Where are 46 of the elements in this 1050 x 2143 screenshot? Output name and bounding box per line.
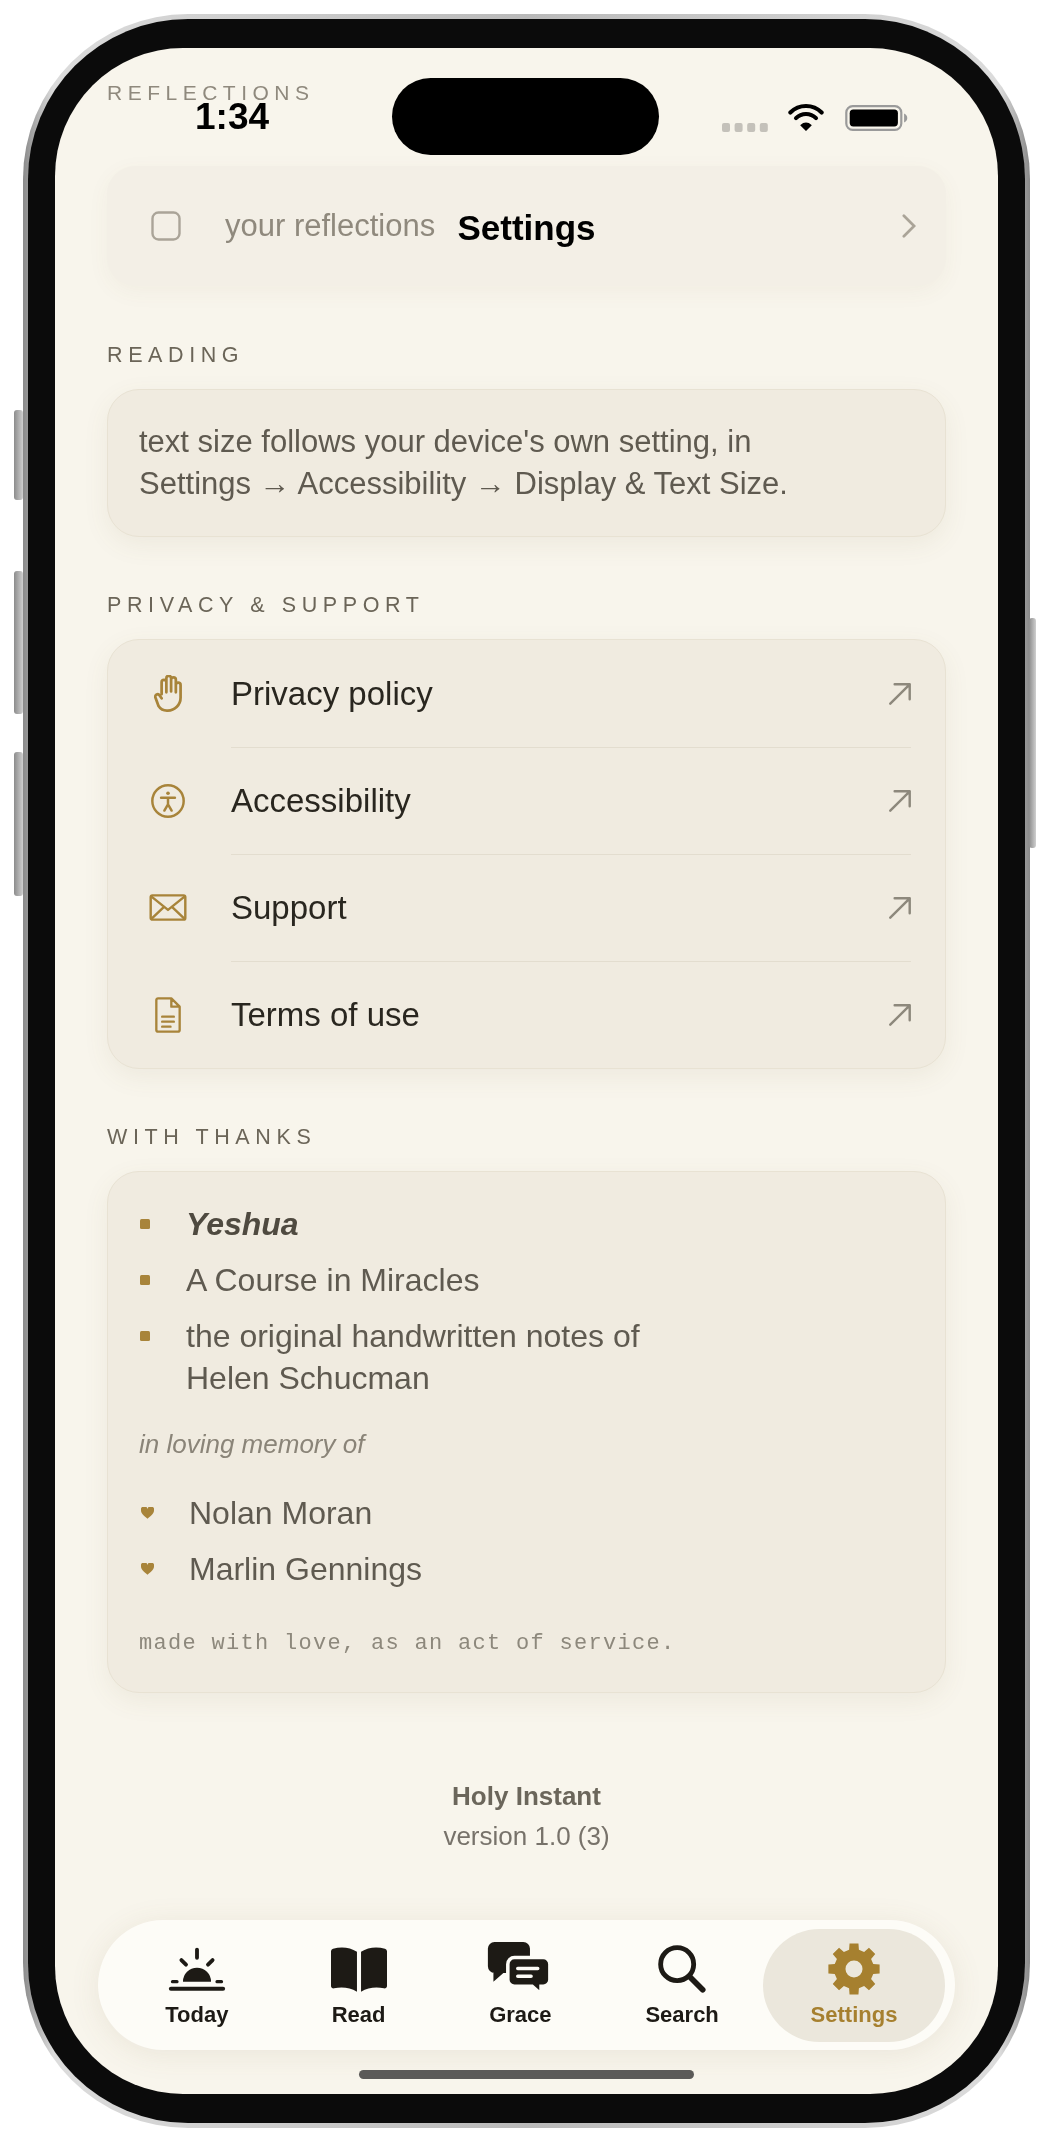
app-version: version 1.0 (3) <box>443 1822 610 1850</box>
external-arrow-icon <box>889 790 911 812</box>
book-icon <box>330 1946 387 1992</box>
tab-button[interactable]: Read <box>277 1929 440 2042</box>
external-arrow-icon <box>889 1004 911 1026</box>
app-name: Holy Instant <box>452 1782 601 1810</box>
memorial-name: Nolan Moran <box>189 1494 373 1533</box>
battery-icon <box>845 105 908 131</box>
credit-text: the original handwritten notes of Helen Schucman <box>186 1317 640 1398</box>
memorial-name: Marlin Gennings <box>189 1550 422 1589</box>
accessibility-icon <box>150 783 185 818</box>
raised-hand-icon <box>153 675 182 712</box>
square-bullet-icon <box>140 1275 150 1285</box>
section-header: REFLECTIONS <box>107 84 315 102</box>
section-header: PRIVACY & SUPPORT <box>107 592 425 618</box>
credit-text: Yeshua <box>186 1205 299 1244</box>
note-text: text size follows your device's own setting, in Settings → Accessibility → Display & Text Size. <box>139 423 788 503</box>
memorial-heading: in loving memory of <box>139 1429 365 1459</box>
section-header: READING <box>107 342 245 368</box>
envelope-icon <box>148 894 187 921</box>
link-row[interactable]: Terms of use <box>108 961 945 1068</box>
section-header: WITH THANKS <box>107 1124 317 1150</box>
search-icon <box>658 1945 707 1993</box>
tab-button[interactable]: Search <box>601 1929 763 2042</box>
external-arrow-icon <box>889 897 911 919</box>
tab-button[interactable]: Today <box>116 1929 278 2042</box>
wifi-icon <box>788 103 824 131</box>
settings-icon <box>828 1943 880 1995</box>
sunrise-icon <box>167 1947 226 1991</box>
heart-icon <box>141 1507 154 1519</box>
square-bullet-icon <box>140 1219 150 1229</box>
link-row[interactable]: Accessibility <box>108 747 945 854</box>
document-icon <box>154 996 181 1033</box>
screen-title: Settings <box>457 207 596 249</box>
tab-button[interactable]: Grace <box>439 1929 602 2042</box>
heart-icon <box>141 1563 154 1575</box>
credit-text: A Course in Miracles <box>186 1261 480 1300</box>
link-row[interactable]: Privacy policy <box>108 640 945 747</box>
closing-note: made with love, as an act of service. <box>139 1630 676 1658</box>
square-bullet-icon <box>140 1331 150 1341</box>
external-arrow-icon <box>889 682 911 705</box>
status-time: 1:34 <box>195 103 270 131</box>
signal-icon <box>722 123 768 132</box>
link-row[interactable]: Support <box>108 854 945 961</box>
chevron-right-icon <box>902 214 916 238</box>
square-icon <box>151 211 181 241</box>
